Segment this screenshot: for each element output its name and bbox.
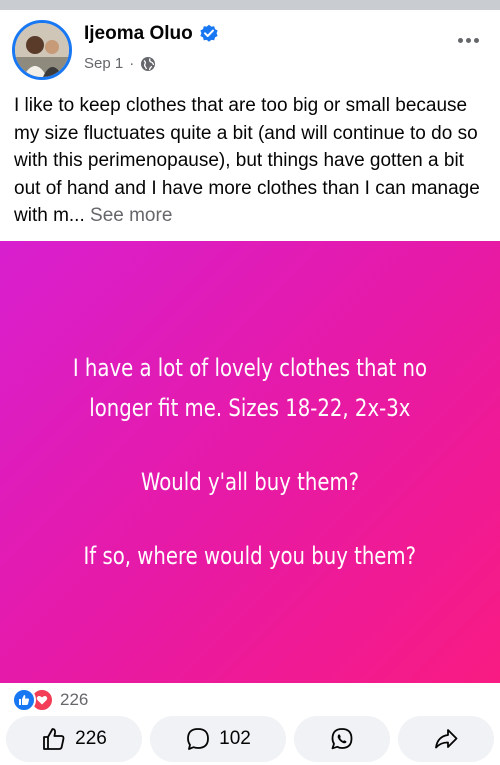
post-caption: I like to keep clothes that are too big … — [14, 92, 490, 230]
share-button[interactable] — [398, 716, 494, 762]
comment-button[interactable]: 102 — [150, 716, 286, 762]
comment-count: 102 — [219, 728, 251, 749]
post-meta: Sep 1 · — [84, 55, 156, 72]
status-line-4: If so, where would you buy them? — [83, 542, 417, 570]
post-date[interactable]: Sep 1 — [84, 55, 123, 72]
action-bar: 226 102 — [0, 716, 500, 764]
status-line-2: longer fit me. Sizes 18-22, 2x-3x — [89, 394, 411, 422]
whatsapp-icon — [329, 726, 355, 752]
reaction-count: 226 — [60, 690, 89, 709]
top-divider — [0, 0, 500, 10]
like-count: 226 — [75, 728, 107, 749]
post-header — [0, 10, 500, 90]
whatsapp-share-button[interactable] — [294, 716, 390, 762]
reaction-summary[interactable]: 226 — [12, 688, 88, 712]
status-line-1: I have a lot of lovely clothes that no — [72, 354, 428, 382]
globe-icon — [140, 56, 156, 72]
like-icon — [12, 688, 36, 712]
see-more-link[interactable]: See more — [90, 205, 172, 226]
like-button[interactable]: 226 — [6, 716, 142, 762]
comment-icon — [185, 726, 211, 752]
author-avatar[interactable] — [12, 20, 72, 80]
status-line-3: Would y'all buy them? — [140, 468, 360, 496]
dot-icon — [457, 37, 463, 43]
more-options-button[interactable] — [452, 28, 484, 52]
status-post-card[interactable]: I have a lot of lovely clothes that no l… — [0, 241, 500, 683]
dot-icon — [465, 37, 471, 43]
caption-text: I like to keep clothes that are too big … — [14, 95, 480, 226]
author-name[interactable]: Ijeoma Oluo — [84, 23, 193, 45]
meta-separator: · — [129, 55, 135, 72]
share-arrow-icon — [433, 726, 459, 752]
author-name-row[interactable]: Ijeoma Oluo — [84, 23, 219, 45]
dot-icon — [473, 37, 479, 43]
thumbs-up-icon — [41, 726, 67, 752]
verified-badge-icon — [199, 24, 219, 44]
